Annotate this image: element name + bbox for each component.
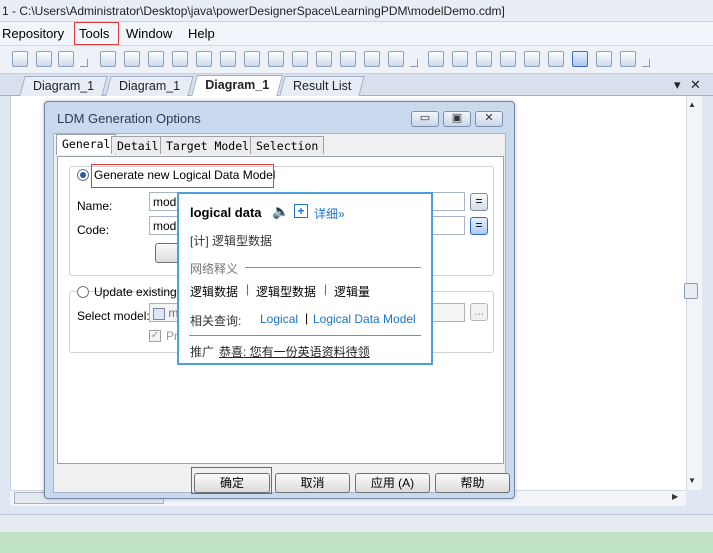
web-item-1[interactable]: 逻辑数据 xyxy=(190,283,238,300)
comment-icon[interactable] xyxy=(596,51,612,67)
diagram-tab-bar: Diagram_1 Diagram_1 Diagram_1 Result Lis… xyxy=(0,74,713,97)
status-bar xyxy=(0,514,713,532)
tab-label: Diagram_1 xyxy=(33,79,95,93)
select-model-browse-button[interactable]: ... xyxy=(470,303,488,321)
forward-icon[interactable] xyxy=(388,51,404,67)
bottom-strip xyxy=(0,532,713,553)
related-link-logical-data-model[interactable]: Logical Data Model xyxy=(313,312,416,326)
scroll-up-icon[interactable]: ▲ xyxy=(688,100,696,109)
tab-result-list[interactable]: Result List xyxy=(279,76,366,96)
details-link[interactable]: 详细» xyxy=(314,205,345,222)
dictionary-popup: logical data 🔈 + 详细» [计] 逻辑型数据 网络释义 逻辑数据… xyxy=(177,192,433,365)
file-icon[interactable] xyxy=(548,51,564,67)
add-word-icon[interactable]: + xyxy=(294,204,308,218)
table-icon[interactable] xyxy=(244,51,260,67)
export-icon[interactable] xyxy=(340,51,356,67)
redo-icon[interactable] xyxy=(12,51,28,67)
promo-line xyxy=(189,335,421,336)
text-icon[interactable] xyxy=(316,51,332,67)
minimize-button[interactable]: ▭ xyxy=(411,111,439,127)
close-button[interactable]: ✕ xyxy=(475,111,503,127)
tab-diagram-1a[interactable]: Diagram_1 xyxy=(19,76,108,96)
update-radio[interactable] xyxy=(77,286,89,298)
preview-icon[interactable] xyxy=(572,51,588,67)
related-label: 相关查询: xyxy=(190,314,242,328)
separator: | xyxy=(305,311,309,325)
generate-radio[interactable] xyxy=(77,169,89,181)
relation-icon[interactable] xyxy=(452,51,468,67)
tab-dropdown-icon[interactable]: ▾ xyxy=(674,77,681,93)
vertical-scroll-thumb[interactable] xyxy=(684,283,698,299)
tab-diagram-1b[interactable]: Diagram_1 xyxy=(105,76,194,96)
dialog-title: LDM Generation Options xyxy=(57,111,201,126)
tab-target-models[interactable]: Target Models xyxy=(160,136,263,154)
menu-help[interactable]: Help xyxy=(188,26,215,41)
maximize-button[interactable]: ▣ xyxy=(443,111,471,127)
web-section-label: 网络释义 xyxy=(190,262,239,276)
toolbar-grip xyxy=(80,59,88,67)
toolbar xyxy=(0,46,713,74)
scroll-right-icon[interactable]: ▶ xyxy=(672,492,678,501)
code-equals-button[interactable]: = xyxy=(470,217,488,235)
scroll-down-icon[interactable]: ▼ xyxy=(688,476,696,485)
tools-highlight-box xyxy=(74,22,119,45)
generate-highlight-box xyxy=(91,164,274,188)
print-icon[interactable] xyxy=(36,51,52,67)
window-title: 1 - C:\Users\Administrator\Desktop\java\… xyxy=(2,4,505,18)
new-model-icon[interactable] xyxy=(100,51,116,67)
help-button[interactable]: 帮助 xyxy=(435,473,510,493)
promo-label: 推广 xyxy=(190,345,215,359)
code-label: Code: xyxy=(77,223,110,237)
tab-detail[interactable]: Detail xyxy=(111,136,165,154)
apply-button[interactable]: 应用 (A) xyxy=(355,473,430,493)
popup-definition: [计] 逻辑型数据 xyxy=(190,234,273,248)
model-icon xyxy=(153,307,165,320)
ok-highlight-box xyxy=(191,467,272,494)
tab-label: Diagram_1 xyxy=(119,79,181,93)
back-icon[interactable] xyxy=(364,51,380,67)
check-icon[interactable] xyxy=(196,51,212,67)
cancel-button[interactable]: 取消 xyxy=(275,473,350,493)
menu-bar: Repository Tools Window Help xyxy=(0,22,713,46)
menu-window[interactable]: Window xyxy=(126,26,172,41)
web-item-3[interactable]: 逻辑量 xyxy=(334,283,370,300)
promo-link[interactable]: 恭喜: 您有一份英语资料待领 xyxy=(219,343,370,360)
entity-icon[interactable] xyxy=(428,51,444,67)
window-title-bar: 1 - C:\Users\Administrator\Desktop\java\… xyxy=(0,0,713,22)
database-icon[interactable] xyxy=(124,51,140,67)
tab-selection[interactable]: Selection xyxy=(250,136,325,154)
name-label: Name: xyxy=(77,199,113,213)
list-icon[interactable] xyxy=(620,51,636,67)
tab-label: Diagram_1 xyxy=(205,78,270,92)
copy-icon[interactable] xyxy=(220,51,236,67)
close-icon[interactable]: ✕ xyxy=(690,77,701,93)
tab-diagram-1-active[interactable]: Diagram_1 xyxy=(191,75,283,97)
select-model-label: Select model: xyxy=(77,309,150,323)
web-item-2[interactable]: 逻辑型数据 xyxy=(256,283,316,300)
inheritance-icon[interactable] xyxy=(500,51,516,67)
separator: | xyxy=(324,282,328,296)
name-equals-button[interactable]: = xyxy=(470,193,488,211)
toolbar-grip-2 xyxy=(410,59,418,67)
menu-repository[interactable]: Repository xyxy=(2,26,64,41)
speaker-icon[interactable]: 🔈 xyxy=(272,203,289,220)
tab-general[interactable]: General xyxy=(56,134,117,155)
separator: | xyxy=(246,282,250,296)
refresh-icon[interactable] xyxy=(172,51,188,67)
tab-label: Result List xyxy=(293,79,352,93)
web-section-line xyxy=(245,267,421,268)
pointer-icon[interactable] xyxy=(292,51,308,67)
related-link-logical[interactable]: Logical xyxy=(260,312,298,326)
search-icon[interactable] xyxy=(148,51,164,67)
association-icon[interactable] xyxy=(524,51,540,67)
model-icon[interactable] xyxy=(58,51,74,67)
popup-word: logical data xyxy=(190,205,262,220)
preserve-checkbox[interactable]: ✓ xyxy=(149,330,161,342)
package-icon[interactable] xyxy=(476,51,492,67)
brush-icon[interactable] xyxy=(268,51,284,67)
toolbar-grip-3 xyxy=(642,59,650,67)
